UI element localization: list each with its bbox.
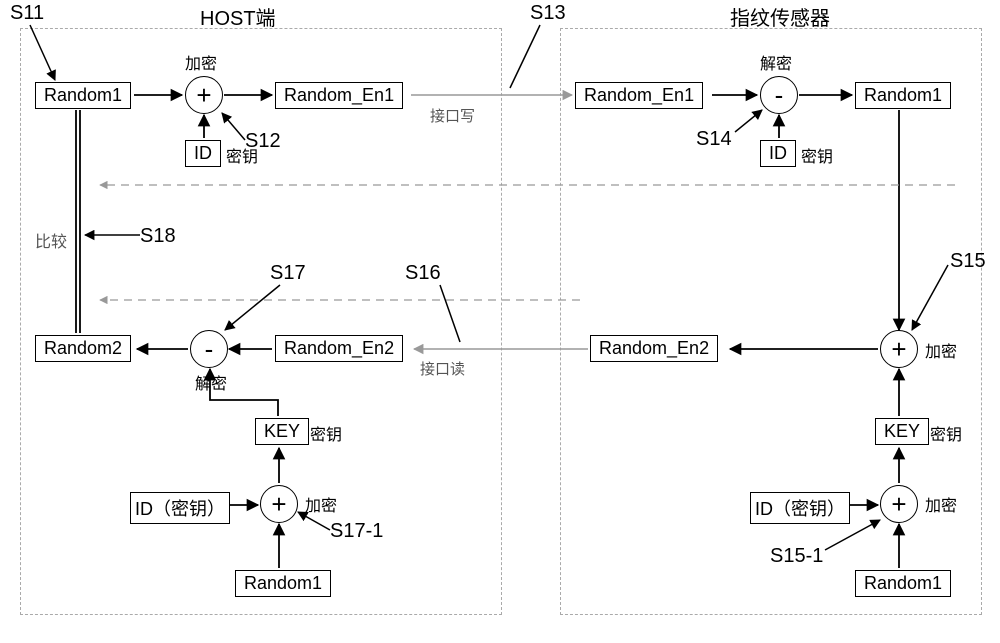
lbl-encrypt-host2: 加密 xyxy=(305,492,337,516)
op-encrypt-host: + xyxy=(185,76,223,114)
lbl-decrypt-sensor: 解密 xyxy=(760,50,792,74)
step-s13: S13 xyxy=(530,2,566,25)
step-s18: S18 xyxy=(140,225,176,248)
random-en1-sensor: Random_En1 xyxy=(575,82,703,109)
random-en2-host: Random_En2 xyxy=(275,335,403,362)
random-en2-sensor: Random_En2 xyxy=(590,335,718,362)
lbl-compare: 比较 xyxy=(35,228,67,252)
random-en1-host: Random_En1 xyxy=(275,82,403,109)
op-encrypt-sensor2: + xyxy=(880,485,918,523)
step-s17: S17 xyxy=(270,262,306,285)
op-decrypt-sensor: - xyxy=(760,76,798,114)
key-sensor: KEY xyxy=(875,418,929,445)
op-encrypt-sensor: + xyxy=(880,330,918,368)
step-s15-1: S15-1 xyxy=(770,545,823,568)
lbl-decrypt-host: 解密 xyxy=(195,370,227,394)
lbl-if-write: 接口写 xyxy=(430,105,475,126)
key-host: KEY xyxy=(255,418,309,445)
lbl-if-read: 接口读 xyxy=(420,358,465,379)
lbl-key-sensor: 密钥 xyxy=(930,421,962,445)
op-decrypt-host: - xyxy=(190,330,228,368)
random1-sensor: Random1 xyxy=(855,82,951,109)
lbl-encrypt-sensor2: 加密 xyxy=(925,492,957,516)
id-paren-host: ID（密钥） xyxy=(130,492,230,524)
id-sensor: ID xyxy=(760,140,796,167)
step-s17-1: S17-1 xyxy=(330,520,383,543)
random1-host2: Random1 xyxy=(235,570,331,597)
random1-host: Random1 xyxy=(35,82,131,109)
step-s16: S16 xyxy=(405,262,441,285)
step-s12: S12 xyxy=(245,130,281,153)
id-host: ID xyxy=(185,140,221,167)
random2: Random2 xyxy=(35,335,131,362)
lbl-key-idsensor: 密钥 xyxy=(801,143,833,167)
step-s14: S14 xyxy=(696,128,732,151)
lbl-key-host: 密钥 xyxy=(310,421,342,445)
step-s15: S15 xyxy=(950,250,986,273)
sensor-title: 指纹传感器 xyxy=(730,2,830,31)
host-title: HOST端 xyxy=(200,2,276,31)
sensor-zone xyxy=(560,28,982,615)
random1-sensor2: Random1 xyxy=(855,570,951,597)
op-encrypt-host2: + xyxy=(260,485,298,523)
step-s11: S11 xyxy=(10,2,44,25)
lbl-encrypt-host: 加密 xyxy=(185,50,217,74)
id-paren-sensor: ID（密钥） xyxy=(750,492,850,524)
lbl-encrypt-sensor: 加密 xyxy=(925,338,957,362)
